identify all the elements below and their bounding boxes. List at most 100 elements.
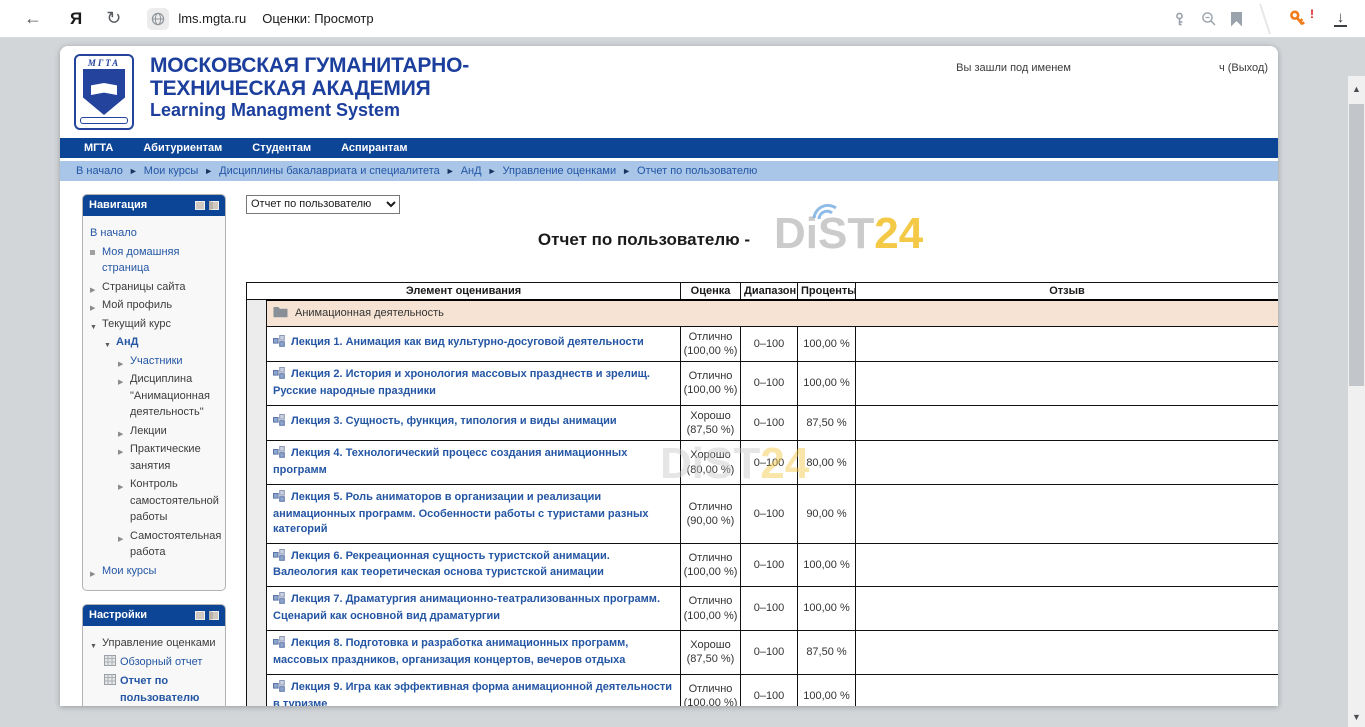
grade-cell: Хорошо(87,50 %) (681, 405, 741, 441)
navigation-item: ▶Самостоятельная работа (86, 528, 222, 561)
range-cell: 0–100 (741, 630, 798, 674)
percent-cell: 100,00 % (798, 543, 856, 587)
block-collapse-icon[interactable] (195, 611, 205, 620)
protect-key-alert-icon[interactable]: ! (1288, 9, 1308, 29)
breadcrumb-link[interactable]: Мои курсы (144, 165, 198, 177)
breadcrumb-link[interactable]: Дисциплины бакалавриата и специалитета (219, 165, 440, 177)
navigation-item[interactable]: ▼АнД (86, 334, 222, 351)
yandex-browser-icon[interactable]: Я (70, 9, 82, 29)
back-icon[interactable]: ← (24, 8, 42, 29)
logout-link[interactable]: ч (Выход) (1219, 62, 1268, 74)
percent-cell: 87,50 % (798, 630, 856, 674)
grade-item-link[interactable]: Лекция 1. Анимация как вид культурно-дос… (291, 336, 644, 348)
block-dock-icon[interactable] (209, 201, 219, 210)
breadcrumb-link[interactable]: В начало (76, 165, 123, 177)
block-collapse-icon[interactable] (195, 201, 205, 210)
grade-item-link[interactable]: Лекция 4. Технологический процесс создан… (273, 447, 627, 476)
breadcrumb-separator-icon: ► (622, 166, 631, 176)
navigation-item-label[interactable]: Мои курсы (102, 563, 156, 580)
browser-toolbar: ← Я ↻ lms.mgta.ru Оценки: Просмотр ! ↓ (0, 0, 1365, 38)
tree-leaf-icon (90, 244, 102, 261)
grade-row: Лекция 1. Анимация как вид культурно-дос… (247, 326, 1279, 362)
navbar-item[interactable]: Аспирантам (341, 142, 407, 154)
lesson-icon (273, 490, 285, 502)
zoom-page-icon[interactable] (1201, 11, 1217, 27)
report-type-select[interactable]: Отчет по пользователю (246, 195, 400, 214)
scrollbar-thumb[interactable] (1349, 104, 1364, 386)
grade-item-link[interactable]: Лекция 6. Рекреационная сущность туристс… (273, 550, 610, 579)
breadcrumb-link[interactable]: Отчет по пользователю (637, 165, 757, 177)
navigation-item[interactable]: ▶Мои курсы (86, 563, 222, 580)
download-icon[interactable]: ↓ (1334, 12, 1347, 27)
percent-cell: 90,00 % (798, 485, 856, 544)
block-dock-icon[interactable] (209, 611, 219, 620)
feedback-cell (856, 543, 1279, 587)
settings-block: Настройки ▼Управление оценкамиОбзорный о… (82, 604, 226, 706)
range-cell: 0–100 (741, 441, 798, 485)
settings-item-label[interactable]: Отчет по пользователю (120, 673, 222, 706)
navigation-item-label[interactable]: Участники (130, 353, 183, 370)
tree-collapsed-icon[interactable]: ▶ (118, 528, 130, 545)
grade-row: Лекция 2. История и хронология массовых … (247, 362, 1279, 406)
settings-item[interactable]: Обзорный отчет (86, 654, 222, 672)
navigation-item-label: Лекции (130, 423, 167, 440)
settings-item-label[interactable]: Обзорный отчет (120, 654, 202, 671)
password-key-icon[interactable] (1172, 12, 1187, 27)
navigation-item[interactable]: ▶Участники (86, 353, 222, 370)
grade-item-link[interactable]: Лекция 5. Роль аниматоров в организации … (273, 491, 649, 535)
site-chip[interactable] (147, 8, 169, 30)
navigation-item: ▶Мой профиль (86, 297, 222, 314)
refresh-icon[interactable]: ↻ (106, 8, 121, 29)
scroll-up-arrow[interactable]: ▲ (1348, 80, 1365, 97)
navigation-item: ▶Лекции (86, 423, 222, 440)
navbar-item[interactable]: МГТА (84, 142, 113, 154)
range-cell: 0–100 (741, 674, 798, 706)
range-cell: 0–100 (741, 543, 798, 587)
grade-report-table: Элемент оценивания Оценка Диапазон Проце… (246, 282, 1278, 707)
tree-collapsed-icon[interactable]: ▶ (118, 441, 130, 458)
tree-collapsed-icon[interactable]: ▶ (90, 563, 102, 580)
report-icon (104, 674, 116, 685)
grade-row: Лекция 9. Игра как эффективная форма ани… (247, 674, 1279, 706)
login-info: Вы зашли под именемч (Выход) (956, 62, 1268, 74)
breadcrumb-link[interactable]: Управление оценками (503, 165, 617, 177)
table-indent-strip (247, 300, 267, 707)
grade-item-link[interactable]: Лекция 2. История и хронология массовых … (273, 368, 650, 397)
tree-collapsed-icon[interactable]: ▶ (118, 476, 130, 493)
lesson-icon (273, 592, 285, 604)
academy-logo[interactable]: МГТА (74, 54, 134, 130)
logo-ribbon (80, 117, 128, 124)
vertical-scrollbar[interactable]: ▲ ▼ (1348, 76, 1365, 727)
navbar-item[interactable]: Студентам (252, 142, 311, 154)
site-title: МОСКОВСКАЯ ГУМАНИТАРНО- ТЕХНИЧЕСКАЯ АКАД… (150, 54, 469, 122)
navigation-item-label: Страницы сайта (102, 279, 186, 296)
tree-expanded-icon[interactable]: ▼ (90, 635, 102, 652)
grade-item-link[interactable]: Лекция 7. Драматургия анимационно-театра… (273, 593, 660, 622)
tree-collapsed-icon[interactable]: ▶ (90, 297, 102, 314)
breadcrumb-separator-icon: ► (488, 166, 497, 176)
main-content: Отчет по пользователю Отчет по пользоват… (246, 194, 1278, 706)
settings-item-label: Управление оценками (102, 635, 216, 652)
scroll-down-arrow[interactable]: ▼ (1348, 708, 1365, 725)
tree-collapsed-icon[interactable]: ▶ (118, 353, 130, 370)
tree-collapsed-icon[interactable]: ▶ (118, 423, 130, 440)
address-url[interactable]: lms.mgta.ru (178, 11, 246, 26)
tree-collapsed-icon[interactable]: ▶ (90, 279, 102, 296)
tree-expanded-icon[interactable]: ▼ (104, 334, 116, 351)
report-icon (104, 655, 116, 666)
navbar-item[interactable]: Абитуриентам (143, 142, 222, 154)
feedback-cell (856, 326, 1279, 362)
lesson-icon (273, 680, 285, 692)
tree-expanded-icon[interactable]: ▼ (90, 316, 102, 333)
feedback-cell (856, 485, 1279, 544)
navigation-item-label[interactable]: АнД (116, 334, 138, 351)
tree-collapsed-icon[interactable]: ▶ (118, 371, 130, 388)
breadcrumb-link[interactable]: АнД (461, 165, 482, 177)
grade-item-link[interactable]: Лекция 8. Подготовка и разработка анимац… (273, 637, 628, 666)
grade-item-link[interactable]: Лекция 3. Сущность, функция, типология и… (291, 415, 617, 427)
navigation-item-label: Самостоятельная работа (130, 528, 222, 561)
logo-shield-icon (83, 69, 125, 115)
grade-item-link[interactable]: Лекция 9. Игра как эффективная форма ани… (273, 681, 672, 706)
settings-item[interactable]: Отчет по пользователю (86, 673, 222, 706)
bookmark-icon[interactable] (1231, 12, 1242, 27)
